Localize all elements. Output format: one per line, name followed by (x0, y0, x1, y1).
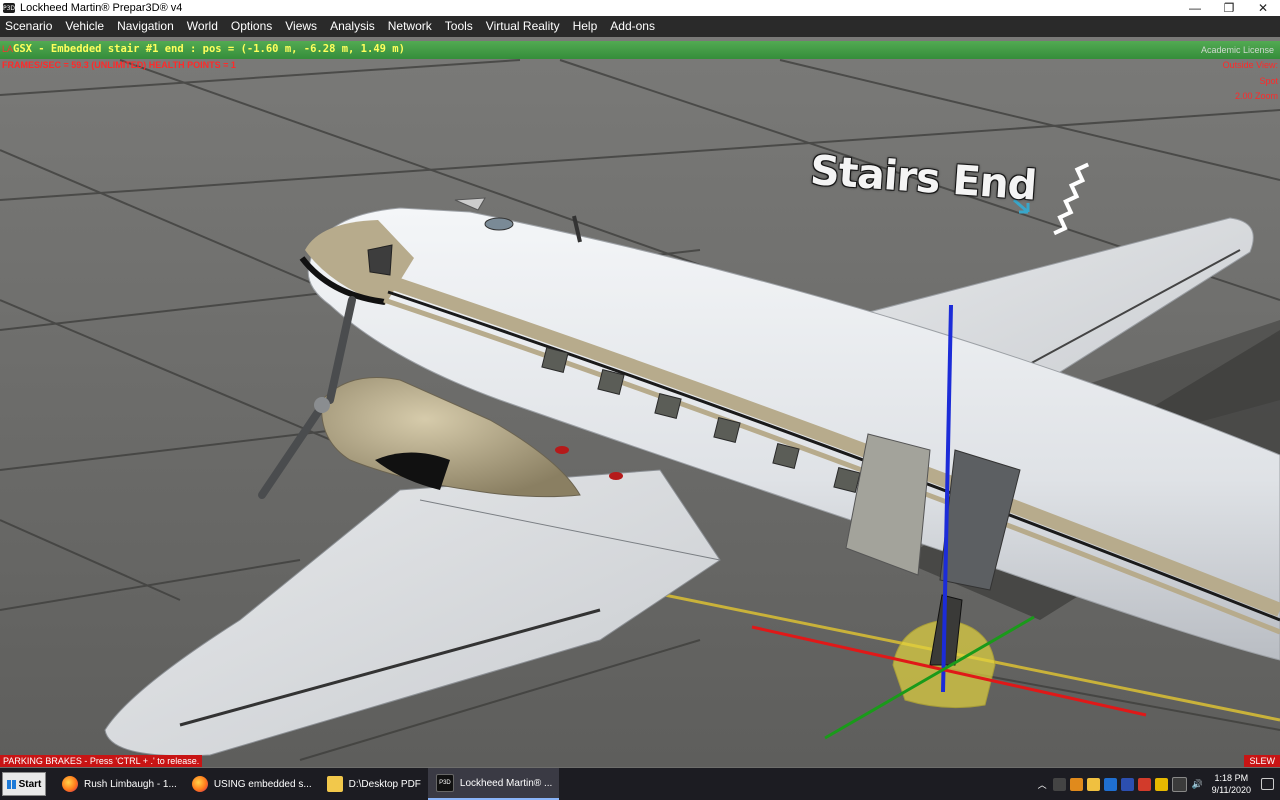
system-tray: ︿ 🔊 1:18 PM 9/11/2020 (1036, 768, 1280, 800)
system-clock[interactable]: 1:18 PM 9/11/2020 (1212, 772, 1251, 796)
clock-date: 9/11/2020 (1211, 785, 1251, 795)
menu-bar: Scenario Vehicle Navigation World Option… (0, 16, 1280, 37)
menu-tools[interactable]: Tools (440, 16, 481, 37)
menu-world[interactable]: World (182, 16, 226, 37)
taskbar-item-prepar3d[interactable]: P3D Lockheed Martin® ... (427, 768, 560, 800)
folder-icon (326, 776, 343, 792)
menu-options[interactable]: Options (226, 16, 280, 37)
menu-virtual-reality[interactable]: Virtual Reality (481, 16, 568, 37)
start-button[interactable]: Start (2, 772, 46, 796)
gsx-message: GSX - Embedded stair #1 end : pos = (-1.… (13, 43, 405, 55)
tray-app-icon[interactable] (1052, 777, 1066, 791)
menu-network[interactable]: Network (383, 16, 440, 37)
volume-icon[interactable]: 🔊 (1191, 778, 1204, 791)
tray-app-icon[interactable] (1069, 777, 1083, 791)
license-watermark: Academic License (1200, 45, 1274, 55)
app-logo-icon: P3D (2, 3, 16, 13)
firefox-icon (191, 776, 208, 792)
minimize-button[interactable]: — (1178, 0, 1212, 16)
tray-app-icon[interactable] (1103, 777, 1117, 791)
simulator-viewport[interactable] (0, 37, 1280, 767)
menu-analysis[interactable]: Analysis (325, 16, 383, 37)
cockpit-window (367, 244, 393, 276)
fps-readout: FRAMES/SEC = 59.3 (UNLIMITED) HEALTH POI… (2, 60, 236, 70)
zoom-line: 2.00 Zoom (1234, 91, 1278, 101)
windows-logo-icon (6, 779, 16, 789)
chevron-up-icon[interactable]: ︿ (1036, 778, 1049, 791)
tray-app-icon[interactable] (1137, 777, 1151, 791)
parking-brakes-message: PARKING BRAKES - Press 'CTRL + .' to rel… (0, 755, 203, 767)
task-label: USING embedded s... (213, 778, 312, 790)
clock-time: 1:18 PM (1214, 773, 1249, 783)
taskbar-item-explorer[interactable]: D:\Desktop PDF (319, 768, 428, 800)
tray-app-icon[interactable] (1154, 777, 1168, 791)
p3d-icon: P3D (435, 774, 454, 792)
network-icon[interactable] (1171, 776, 1187, 792)
title-bar: P3D Lockheed Martin® Prepar3D® v4 — ❐ ✕ (0, 0, 1280, 16)
firefox-icon (62, 776, 78, 792)
notifications-icon[interactable] (1261, 778, 1274, 790)
start-label: Start (18, 778, 42, 790)
menu-vehicle[interactable]: Vehicle (60, 16, 112, 37)
taskbar-item-firefox-2[interactable]: USING embedded s... (184, 768, 319, 800)
scene-graphic (0, 37, 1280, 767)
task-label: D:\Desktop PDF (348, 778, 421, 790)
task-label: Lockheed Martin® ... (459, 777, 553, 789)
taskbar: Start Rush Limbaugh - 1... USING embedde… (0, 768, 1280, 800)
maximize-button[interactable]: ❐ (1212, 0, 1246, 16)
tray-app-icon[interactable] (1120, 777, 1134, 791)
menu-views[interactable]: Views (280, 16, 325, 37)
slew-indicator: SLEW (1244, 755, 1280, 767)
taskbar-item-firefox-1[interactable]: Rush Limbaugh - 1... (54, 768, 184, 800)
menu-add-ons[interactable]: Add-ons (605, 16, 663, 37)
tray-app-icon[interactable] (1086, 777, 1100, 791)
task-label: Rush Limbaugh - 1... (84, 778, 177, 790)
la-label: LA (2, 44, 14, 54)
view-mode-line: Spot (1259, 76, 1278, 86)
menu-help[interactable]: Help (568, 16, 606, 37)
view-type-line: Outside View: (1222, 60, 1278, 70)
window-title: Lockheed Martin® Prepar3D® v4 (20, 2, 183, 14)
menu-scenario[interactable]: Scenario (0, 16, 60, 37)
menu-navigation[interactable]: Navigation (112, 16, 182, 37)
close-button[interactable]: ✕ (1246, 0, 1280, 16)
